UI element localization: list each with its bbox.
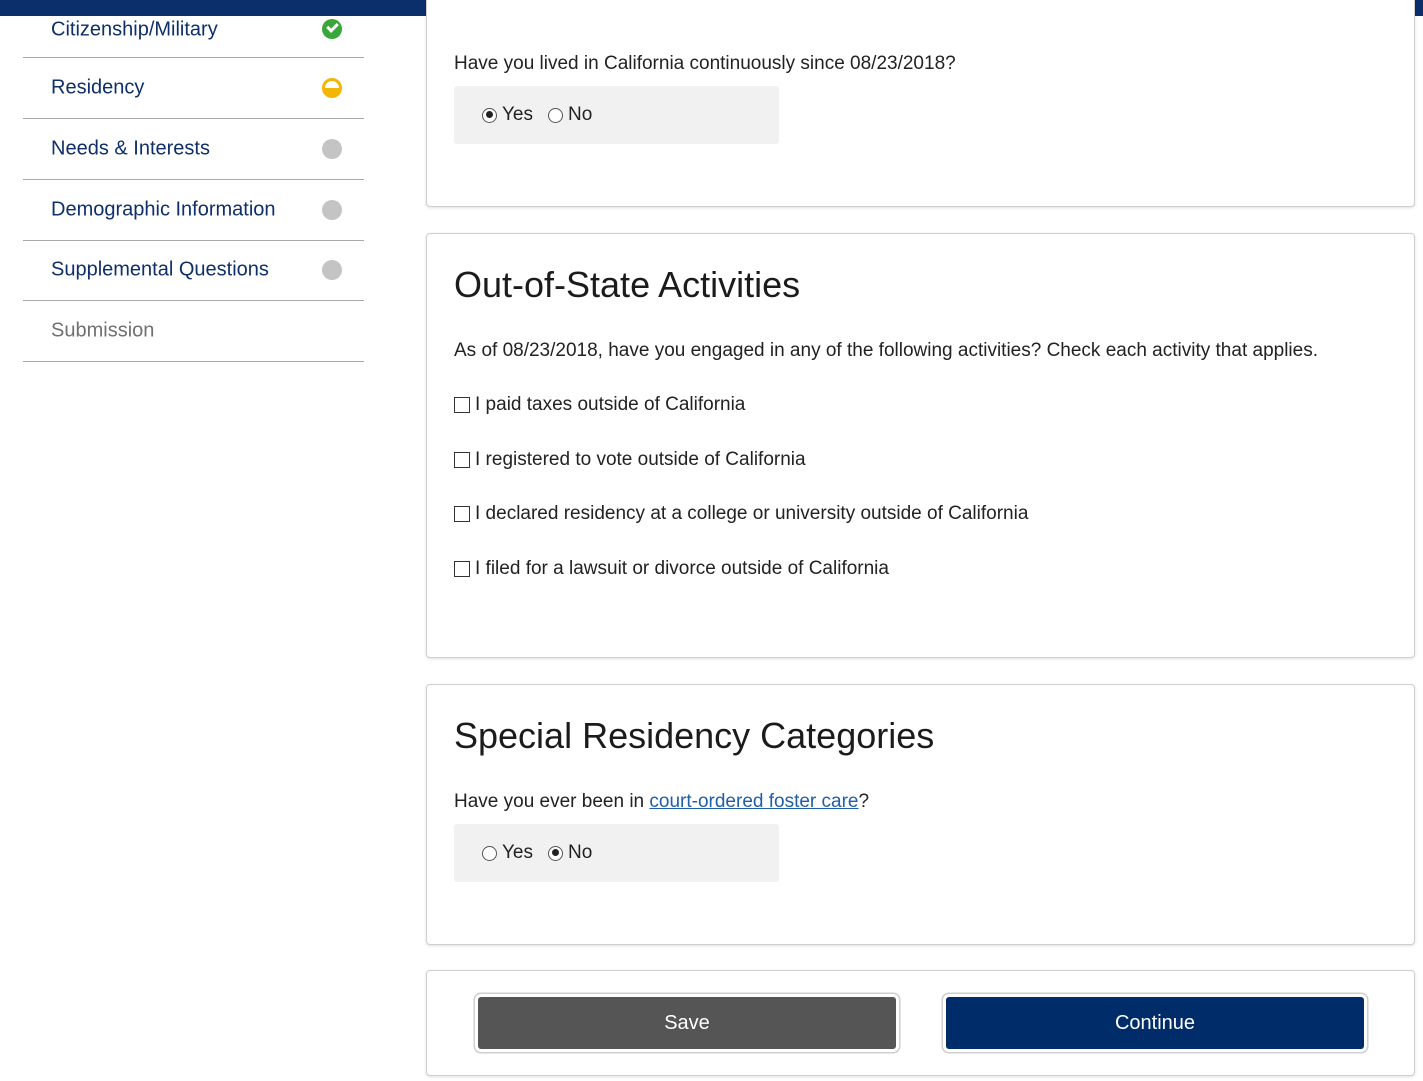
out-of-state-card: Out-of-State Activities As of 08/23/2018… <box>426 233 1415 658</box>
nav-item-citizenship-military[interactable]: Citizenship/Military <box>23 0 364 58</box>
radio-selected-icon <box>482 107 497 123</box>
foster-care-no-radio[interactable]: No <box>548 842 592 864</box>
activities-prompt: As of 08/23/2018, have you engaged in an… <box>454 340 1318 361</box>
section-title: Special Residency Categories <box>454 715 935 756</box>
nav-item-residency[interactable]: Residency <box>23 58 364 119</box>
empty-circle-icon <box>322 139 342 159</box>
nav-item-label: Demographic Information <box>51 198 276 221</box>
radio-empty-icon <box>548 107 563 123</box>
residency-question: Have you lived in California continuousl… <box>454 53 956 74</box>
residency-radio-group: Yes No <box>454 86 779 144</box>
checkbox-icon <box>454 452 470 468</box>
checkbox-label: I registered to vote outside of Californ… <box>475 449 806 470</box>
checkbox-filed-lawsuit[interactable]: I filed for a lawsuit or divorce outside… <box>454 558 889 580</box>
foster-care-yes-radio[interactable]: Yes <box>482 842 533 864</box>
radio-label-no: No <box>568 104 593 125</box>
actions-card: Save Continue <box>426 970 1415 1076</box>
checkbox-icon <box>454 397 470 413</box>
nav-item-supplemental-questions[interactable]: Supplemental Questions <box>23 240 364 301</box>
radio-label-yes: Yes <box>502 842 533 863</box>
nav-item-submission: Submission <box>23 301 364 362</box>
foster-care-question: Have you ever been in court-ordered fost… <box>454 791 869 813</box>
checkbox-paid-taxes[interactable]: I paid taxes outside of California <box>454 394 745 416</box>
foster-care-radio-group: Yes No <box>454 824 779 882</box>
half-circle-icon <box>322 78 342 98</box>
residency-question-card: Have you lived in California continuousl… <box>426 0 1415 207</box>
checkbox-icon <box>454 506 470 522</box>
nav-item-demographic-information[interactable]: Demographic Information <box>23 180 364 241</box>
checkbox-label: I paid taxes outside of California <box>475 394 746 415</box>
checkbox-label: I filed for a lawsuit or divorce outside… <box>475 558 889 579</box>
nav-item-label: Citizenship/Military <box>51 18 218 41</box>
radio-selected-icon <box>548 845 563 861</box>
checkbox-registered-vote[interactable]: I registered to vote outside of Californ… <box>454 449 806 471</box>
nav-item-label: Needs & Interests <box>51 137 210 160</box>
checkbox-declared-residency[interactable]: I declared residency at a college or uni… <box>454 503 1028 525</box>
checkbox-icon <box>454 561 470 577</box>
radio-label-yes: Yes <box>502 104 533 125</box>
nav-item-label: Supplemental Questions <box>51 258 269 281</box>
nav-item-label: Residency <box>51 76 145 99</box>
nav-item-label: Submission <box>51 319 155 342</box>
foster-care-link[interactable]: court-ordered foster care <box>649 791 858 812</box>
nav-item-needs-interests[interactable]: Needs & Interests <box>23 119 364 180</box>
radio-empty-icon <box>482 845 497 861</box>
section-title: Out-of-State Activities <box>454 264 801 305</box>
question-suffix: ? <box>858 791 870 812</box>
empty-circle-icon <box>322 260 342 280</box>
checkbox-label: I declared residency at a college or uni… <box>475 503 1029 524</box>
check-circle-icon <box>322 19 342 39</box>
save-button[interactable]: Save <box>478 997 896 1049</box>
special-residency-card: Special Residency Categories Have you ev… <box>426 684 1415 945</box>
residency-no-radio[interactable]: No <box>548 104 592 126</box>
question-prefix: Have you ever been in <box>454 791 645 812</box>
continue-button[interactable]: Continue <box>946 997 1364 1049</box>
empty-circle-icon <box>322 200 342 220</box>
radio-label-no: No <box>568 842 593 863</box>
residency-yes-radio[interactable]: Yes <box>482 104 533 126</box>
